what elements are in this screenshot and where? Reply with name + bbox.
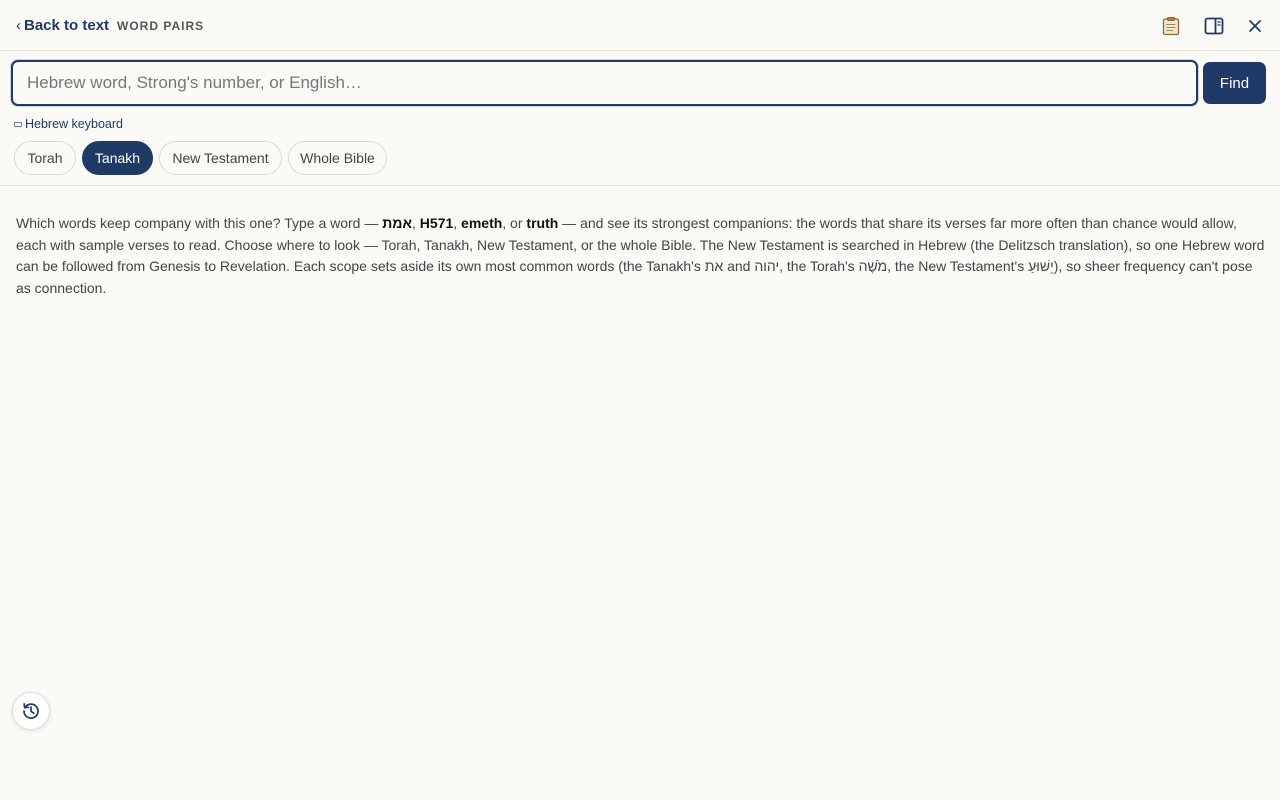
close-icon — [1249, 20, 1261, 32]
intro-segment: , the Torah's — [779, 258, 859, 274]
header-bar: ‹ Back to text WORD PAIRS — [0, 0, 1280, 51]
side-panel-button[interactable] — [1202, 14, 1226, 38]
example-hebrew-word: אמת — [382, 215, 413, 231]
hebrew-word: יֵשׁוּעַ — [1028, 258, 1054, 274]
hebrew-word: את — [704, 258, 724, 274]
example-english-word: truth — [526, 215, 559, 231]
find-button[interactable]: Find — [1203, 62, 1266, 104]
intro-text: Which words keep company with this one? … — [16, 213, 1266, 299]
history-button[interactable] — [12, 692, 50, 730]
chevron-left-icon: ‹ — [16, 17, 21, 34]
scope-chip-torah[interactable]: Torah — [14, 141, 76, 175]
intro-separator: , or — [502, 215, 527, 231]
intro-separator: , — [412, 215, 420, 231]
example-transliteration: emeth — [461, 215, 503, 231]
intro-segment: , the New Testament's — [887, 258, 1029, 274]
search-input[interactable] — [11, 60, 1198, 106]
scope-chip-new-testament[interactable]: New Testament — [159, 141, 282, 175]
notes-icon — [1162, 17, 1180, 36]
scope-chip-whole-bible[interactable]: Whole Bible — [288, 141, 387, 175]
keyboard-icon — [14, 121, 22, 127]
scope-chip-tanakh[interactable]: Tanakh — [82, 141, 153, 175]
notes-button[interactable] — [1159, 14, 1183, 38]
hebrew-keyboard-link[interactable]: Hebrew keyboard — [14, 116, 123, 132]
intro-segment: Which words keep company with this one? … — [16, 215, 383, 231]
intro-segment: and — [723, 258, 755, 274]
example-strongs-number: H571 — [419, 215, 454, 231]
page-title: WORD PAIRS — [117, 19, 205, 33]
back-to-text-link[interactable]: ‹ Back to text — [16, 17, 109, 35]
history-icon — [23, 702, 39, 719]
hebrew-word: מֹשֶׁה — [858, 258, 888, 274]
hebrew-keyboard-label: Hebrew keyboard — [25, 117, 123, 131]
close-button[interactable] — [1243, 14, 1267, 38]
hebrew-word: יהוה — [754, 258, 780, 274]
section-divider — [0, 185, 1280, 186]
intro-separator: , — [453, 215, 462, 231]
back-to-text-label: Back to text — [24, 17, 110, 34]
side-panel-icon — [1204, 17, 1224, 35]
